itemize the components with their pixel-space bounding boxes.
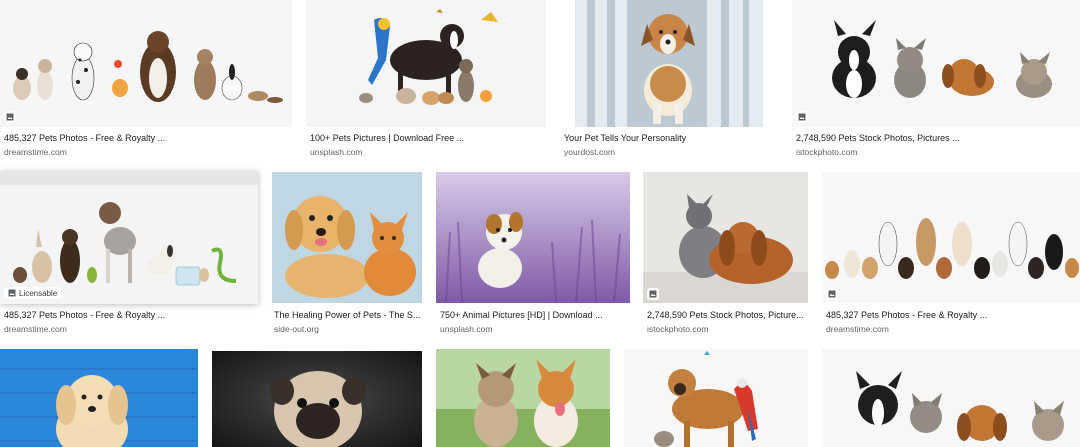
result-thumbnail[interactable] — [575, 0, 763, 127]
result-thumbnail[interactable] — [643, 172, 808, 303]
result-source[interactable]: yourdost.com — [564, 147, 615, 157]
image-type-badge — [826, 288, 838, 300]
result-title[interactable]: 100+ Pets Pictures | Download Free ... — [310, 133, 545, 143]
result-source[interactable]: dreamstime.com — [826, 324, 889, 334]
result-thumbnail[interactable] — [0, 349, 198, 447]
licensable-label: Licensable — [19, 288, 58, 298]
result-thumbnail[interactable] — [0, 171, 258, 304]
result-source[interactable]: istockphoto.com — [796, 147, 857, 157]
result-thumbnail[interactable] — [624, 349, 808, 447]
image-icon — [798, 113, 806, 121]
result-title[interactable]: 485,327 Pets Photos - Free & Royalty ... — [4, 310, 254, 320]
image-type-badge — [796, 111, 808, 123]
image-result-4[interactable]: 2,748,590 Pets Stock Photos, Pictures ..… — [792, 0, 1080, 162]
image-result-3[interactable]: Your Pet Tells Your Personality yourdost… — [560, 0, 778, 162]
image-result-7[interactable]: 750+ Animal Pictures [HD] | Download ...… — [436, 172, 630, 340]
result-thumbnail[interactable] — [822, 349, 1080, 447]
image-result-14[interactable] — [822, 349, 1080, 447]
result-title[interactable]: 485,327 Pets Photos - Free & Royalty ... — [826, 310, 1076, 320]
result-thumbnail[interactable] — [212, 351, 422, 447]
image-result-6[interactable]: The Healing Power of Pets - The S... sid… — [272, 172, 422, 340]
result-source[interactable]: dreamstime.com — [4, 147, 67, 157]
result-source[interactable]: unsplash.com — [440, 324, 492, 334]
result-title[interactable]: 2,748,590 Pets Stock Photos, Pictures ..… — [796, 133, 1076, 143]
image-result-2[interactable]: 100+ Pets Pictures | Download Free ... u… — [306, 0, 546, 162]
image-icon — [8, 289, 16, 297]
image-icon — [6, 113, 14, 121]
image-result-12[interactable] — [436, 349, 610, 447]
result-thumbnail[interactable] — [792, 0, 1080, 127]
image-icon — [649, 290, 657, 298]
image-result-1[interactable]: 485,327 Pets Photos - Free & Royalty ...… — [0, 0, 292, 162]
image-type-badge — [4, 111, 16, 123]
result-source[interactable]: side-out.org — [274, 324, 319, 334]
image-result-11[interactable] — [212, 351, 422, 447]
result-thumbnail[interactable] — [436, 349, 610, 447]
result-thumbnail[interactable] — [822, 172, 1080, 303]
image-result-5[interactable]: Licensable 485,327 Pets Photos - Free & … — [0, 171, 258, 339]
result-thumbnail[interactable] — [0, 0, 292, 127]
result-title[interactable]: The Healing Power of Pets - The S... — [274, 310, 422, 320]
image-result-13[interactable] — [624, 349, 808, 447]
image-result-10[interactable] — [0, 349, 198, 447]
image-icon — [828, 290, 836, 298]
result-thumbnail[interactable] — [436, 172, 630, 303]
result-title[interactable]: 750+ Animal Pictures [HD] | Download ... — [440, 310, 630, 320]
licensable-badge[interactable]: Licensable — [4, 287, 62, 299]
image-result-8[interactable]: 2,748,590 Pets Stock Photos, Picture... … — [643, 172, 809, 340]
result-source[interactable]: istockphoto.com — [647, 324, 708, 334]
result-thumbnail[interactable] — [272, 172, 422, 303]
result-thumbnail[interactable] — [306, 0, 546, 127]
image-result-9[interactable]: 485,327 Pets Photos - Free & Royalty ...… — [822, 172, 1080, 340]
result-title[interactable]: 485,327 Pets Photos - Free & Royalty ... — [4, 133, 284, 143]
image-type-badge — [647, 288, 659, 300]
result-source[interactable]: unsplash.com — [310, 147, 362, 157]
result-title[interactable]: 2,748,590 Pets Stock Photos, Picture... — [647, 310, 809, 320]
result-title[interactable]: Your Pet Tells Your Personality — [564, 133, 774, 143]
result-source[interactable]: dreamstime.com — [4, 324, 67, 334]
